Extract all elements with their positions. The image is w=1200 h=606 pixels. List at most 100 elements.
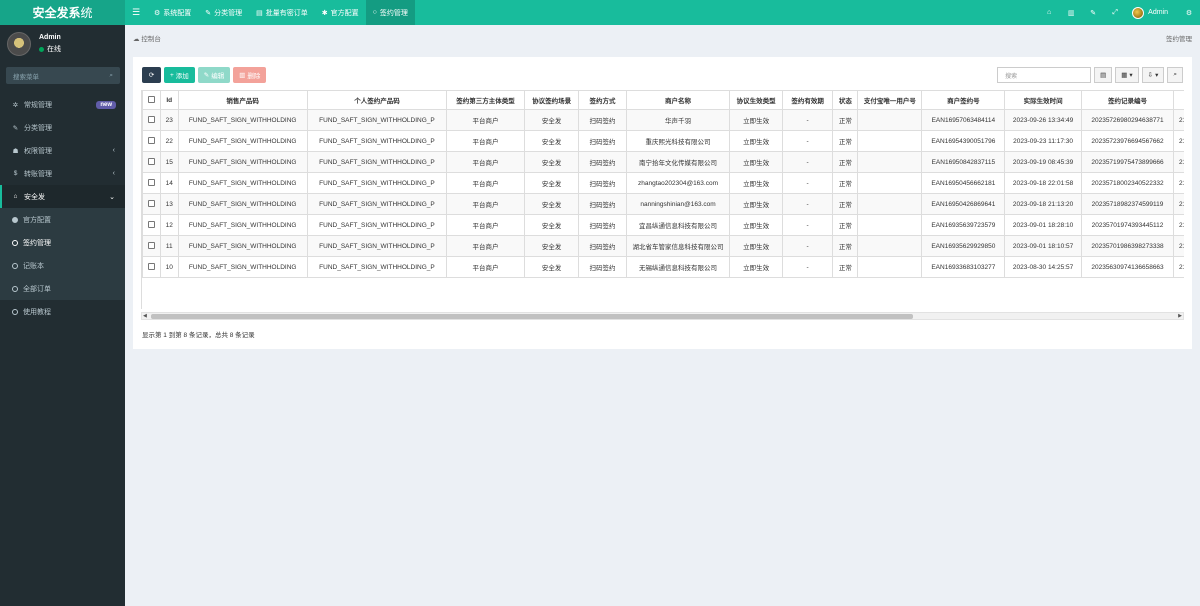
delete-button[interactable]: ▥ 删除 [233,67,267,83]
row-checkbox[interactable] [147,116,155,124]
row-checkbox[interactable] [147,263,155,271]
table-row[interactable]: 23 FUND_SAFT_SIGN_WITHHOLDING FUND_SAFT_SI… [142,109,1184,131]
table-cell: 安全发 [523,130,580,152]
column-header[interactable]: 状态 [832,90,859,110]
top-tab-0[interactable]: ⚙ 系统配置 [147,0,198,25]
trash-icon[interactable]: ▥ [1060,9,1082,17]
table-cell: - [781,235,834,257]
column-header[interactable]: 签约第三方主体类型 [446,90,525,110]
tab-icon: ✱ [321,9,328,17]
toggle-view-button[interactable]: ▤ [1094,67,1113,83]
row-checkbox[interactable] [147,200,155,208]
table-cell: FUND_SAFT_SIGN_WITHHOLDING_P [306,193,448,215]
table-cell: FUND_SAFT_SIGN_WITHHOLDING [177,193,308,215]
table-row[interactable]: 15 FUND_SAFT_SIGN_WITHHOLDING FUND_SAFT_SI… [142,151,1184,173]
table-cell: 20235719975473899666 [1080,151,1175,173]
column-header[interactable]: 签约方式 [578,90,627,110]
list-panel: ⟳ + 添加 ✎ 编辑 ▥ 删除 搜索 ▤ ▦ ▾ ⇩ ▾ ⌕ Id 销售产品码 个人签约产品… [133,57,1192,349]
table-cell: 华声千羽 [625,109,731,131]
column-header[interactable]: 实际生效时间 [1004,90,1082,110]
sidebar-subitem-1[interactable]: 签约管理 [0,231,125,254]
settings-icon[interactable]: ⚙ [1178,9,1200,17]
table-row[interactable]: 14 FUND_SAFT_SIGN_WITHHOLDING FUND_SAFT_SI… [142,172,1184,194]
user-menu[interactable]: Admin [1126,6,1178,19]
table-cell: FUND_SAFT_SIGN_WITHHOLDING_P [306,172,448,194]
breadcrumb-current: 签约管理 [1166,35,1192,43]
column-header[interactable]: 协议生效类型 [729,90,783,110]
column-header[interactable]: 协议签约场景 [523,90,580,110]
fullscreen-icon[interactable]: ⤢ [1104,9,1126,17]
columns-button[interactable]: ▦ ▾ [1115,67,1139,83]
top-tab-2[interactable]: ▤ 批量有密订单 [249,0,315,25]
table-row[interactable]: 22 FUND_SAFT_SIGN_WITHHOLDING FUND_SAFT_SI… [142,130,1184,152]
scrollbar-thumb[interactable] [151,314,913,319]
column-header[interactable]: 支付宝唯一用户号 [857,90,923,110]
sidebar-item-1[interactable]: ✎ 分类管理 [0,116,125,139]
row-checkbox[interactable] [147,179,155,187]
table-cell: 正常 [832,151,859,173]
table-row[interactable]: 12 FUND_SAFT_SIGN_WITHHOLDING FUND_SAFT_SI… [142,214,1184,236]
table-cell: 立即生效 [729,214,783,236]
refresh-button[interactable]: ⟳ [142,67,161,83]
sidebar-item-3[interactable]: $ 转账管理 ‹ [0,162,125,185]
row-checkbox[interactable] [147,137,155,145]
sidebar-item-tutorial[interactable]: 使用教程 [0,300,125,323]
table-cell: - [781,214,834,236]
sidebar-toggle-button[interactable]: ☰ [125,0,147,25]
scroll-left-icon[interactable]: ◀ [143,313,147,319]
column-header[interactable]: 签约有效期 [781,90,834,110]
top-tab-1[interactable]: ✎ 分类管理 [198,0,249,25]
row-checkbox[interactable] [147,221,155,229]
chevron-left-icon: ‹ [112,147,115,154]
sidebar-item-0[interactable]: ✲ 常规管理 new [0,93,125,116]
table-cell: 扫码签约 [578,172,627,194]
sidebar-subitem-2[interactable]: 记账本 [0,254,125,277]
app-logo[interactable]: 安全发系统 [0,0,125,25]
column-header[interactable]: 失效时间 [1173,90,1184,110]
select-all-checkbox[interactable] [147,96,155,104]
table-row[interactable]: 11 FUND_SAFT_SIGN_WITHHOLDING FUND_SAFT_SI… [142,235,1184,257]
sidebar-item-safe-send[interactable]: ⌂ 安全发 ⌄ [0,185,125,208]
translate-icon[interactable]: ✎ [1082,9,1104,17]
table-cell: 立即生效 [729,172,783,194]
sidebar-item-2[interactable]: ☗ 权限管理 ‹ [0,139,125,162]
table-cell: 扫码签约 [578,235,627,257]
table-cell [857,193,923,215]
column-header[interactable]: 销售产品码 [177,90,308,110]
sidebar-subitem-3[interactable]: 全部订单 [0,277,125,300]
breadcrumb-home[interactable]: ☁ 控制台 [133,33,161,43]
column-header[interactable]: 个人签约产品码 [306,90,448,110]
top-tab-3[interactable]: ✱ 官方配置 [315,0,366,25]
table-cell: 南宁拾年文化传媒有限公司 [625,151,731,173]
row-select-cell [142,130,161,152]
add-button[interactable]: + 添加 [164,67,195,83]
online-status-label: 在线 [47,46,61,53]
top-tab-4[interactable]: ○ 签约管理 [365,0,415,25]
row-select-cell [142,193,161,215]
export-button[interactable]: ⇩ ▾ [1141,67,1165,83]
table-cell: 立即生效 [729,193,783,215]
table-row[interactable]: 10 FUND_SAFT_SIGN_WITHHOLDING FUND_SAFT_SI… [142,256,1184,278]
row-checkbox[interactable] [147,242,155,250]
scroll-right-icon[interactable]: ▶ [1178,313,1182,319]
table-cell: 12 [159,214,179,236]
edit-button[interactable]: ✎ 编辑 [197,67,231,83]
home-icon[interactable]: ⌂ [1038,9,1060,16]
table-search-input[interactable]: 搜索 [997,67,1092,83]
search-icon[interactable]: ⌕ [109,72,113,80]
column-header[interactable]: 商户签约号 [921,90,1006,110]
table-row[interactable]: 13 FUND_SAFT_SIGN_WITHHOLDING FUND_SAFT_SI… [142,193,1184,215]
advanced-search-button[interactable]: ⌕ [1167,67,1183,83]
row-checkbox[interactable] [147,158,155,166]
circle-icon [12,262,18,269]
column-header[interactable]: Id [159,90,179,110]
table-cell: 立即生效 [729,256,783,278]
column-header[interactable]: 商户名称 [625,90,731,110]
sidebar-subitem-0[interactable]: 官方配置 [0,208,125,231]
horizontal-scrollbar[interactable]: ◀ ▶ [141,312,1184,320]
row-select-cell [142,256,161,278]
column-header[interactable]: 签约记录编号 [1080,90,1175,110]
menu-search-input[interactable]: 搜索菜单 ⌕ [6,67,120,84]
table-cell: 2023-09-19 08:45:39 [1004,151,1082,173]
table-cell: FUND_SAFT_SIGN_WITHHOLDING [177,214,308,236]
